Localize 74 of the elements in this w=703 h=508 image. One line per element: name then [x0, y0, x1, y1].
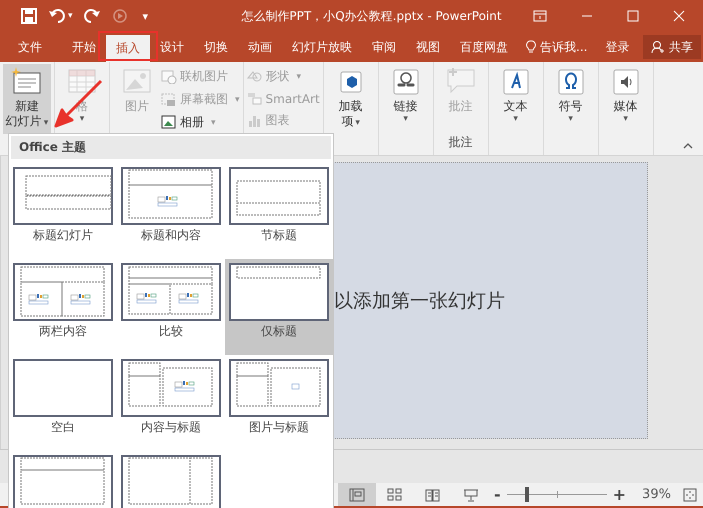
layout-label: 比较	[159, 323, 183, 340]
photo-album-icon	[161, 115, 177, 130]
screenshot-icon	[161, 92, 177, 107]
layout-label: 内容与标题	[141, 419, 201, 436]
ribbon-tab[interactable]: 幻灯片放映	[282, 32, 362, 62]
new-slide-icon	[11, 66, 43, 96]
ribbon-display-icon[interactable]	[533, 10, 547, 22]
person-add-icon[interactable]	[651, 40, 665, 54]
layout-option[interactable]: 图片与标题	[225, 355, 333, 451]
lightbulb-icon[interactable]	[526, 40, 536, 54]
ribbon-tab[interactable]: 文件	[0, 32, 62, 62]
smartart-icon	[246, 91, 263, 106]
layout-label: 图片与标题	[249, 419, 309, 436]
normal-view-icon	[349, 488, 365, 502]
save-icon[interactable]	[20, 7, 38, 25]
layout-option[interactable]: 空白	[9, 355, 117, 451]
layout-label: 标题幻灯片	[33, 227, 93, 244]
zoom-in-button[interactable]: +	[608, 485, 630, 504]
ribbon-button[interactable]: 符号 ▾	[546, 64, 595, 134]
slide-sorter-icon	[387, 488, 403, 502]
ribbon-button[interactable]: 媒体 ▾	[602, 64, 650, 134]
ribbon-tab[interactable]: 动画	[238, 32, 282, 62]
share-button[interactable]: 共享	[643, 35, 701, 59]
zoom-out-button[interactable]: -	[490, 485, 505, 504]
tell-me-field[interactable]: 告诉我...	[540, 38, 588, 56]
ribbon-button[interactable]: 新建 幻灯片 ▾	[3, 64, 51, 134]
layout-option[interactable]: 节标题	[225, 163, 333, 259]
highlight-frame	[98, 31, 158, 61]
layout-label: 节标题	[261, 227, 297, 244]
slider-thumb[interactable]	[524, 487, 529, 502]
ribbon-tab[interactable]: 设计	[150, 32, 194, 62]
fit-slide-icon[interactable]	[682, 488, 697, 502]
group-label: 批注	[448, 134, 474, 151]
layout-label: 仅标题	[261, 323, 297, 340]
reading-view-icon	[425, 488, 441, 502]
chart-icon	[246, 113, 263, 128]
ribbon-button[interactable]: 文本 ▾	[492, 64, 540, 134]
ribbon-button[interactable]: 链接 ▾	[382, 64, 430, 134]
layout-label: 空白	[51, 419, 75, 436]
layout-option[interactable]: 比较	[117, 259, 225, 355]
slideshow-icon	[463, 488, 479, 502]
collapse-ribbon-icon[interactable]	[683, 142, 693, 149]
caret-icon[interactable]: ▾	[68, 11, 73, 21]
zoom-slider[interactable]	[506, 487, 607, 502]
slide-canvas[interactable]: 以添加第一张幻灯片	[331, 162, 648, 439]
layout-option[interactable]: 标题幻灯片	[9, 163, 117, 259]
ribbon-tab[interactable]: 开始	[62, 32, 106, 62]
ribbon-button[interactable]: 相册 ▾	[161, 114, 240, 131]
ribbon-tab[interactable]: 插入	[106, 35, 150, 62]
ribbon-tab[interactable]: 百度网盘	[450, 32, 518, 62]
layout-option[interactable]: 两栏内容	[9, 259, 117, 355]
layout-label: 两栏内容	[39, 323, 87, 340]
view-button[interactable]	[338, 483, 376, 506]
ribbon-tab[interactable]: 切换	[194, 32, 238, 62]
zoom-level[interactable]: 39%	[630, 487, 683, 502]
comment-icon	[444, 66, 477, 96]
layout-option[interactable]: 内容与标题	[117, 355, 225, 451]
redo-icon[interactable]	[82, 7, 101, 25]
customize-menu-button[interactable]: ▾	[142, 10, 148, 22]
close-icon[interactable]	[673, 10, 685, 22]
ribbon-tab[interactable]: 审阅	[362, 32, 406, 62]
slide-placeholder-text: 以添加第一张幻灯片	[333, 288, 505, 314]
window-title: 怎么制作PPT，小Q办公教程.pptx - PowerPoint	[240, 8, 503, 24]
layout-option[interactable]: 仅标题	[225, 259, 333, 355]
gallery-header: Office 主题	[11, 136, 331, 159]
layout-label: 标题和内容	[141, 227, 201, 244]
shapes-icon	[246, 69, 263, 84]
maximize-icon[interactable]	[627, 10, 639, 22]
sign-in-link[interactable]: 登录	[595, 32, 640, 62]
layout-option[interactable]: 标题和内容	[117, 163, 225, 259]
ribbon-tab[interactable]: 视图	[406, 32, 450, 62]
undo-icon[interactable]	[48, 7, 66, 25]
pointer-arrow	[54, 78, 104, 128]
ribbon-button[interactable]: 加载 项 ▾	[326, 64, 375, 134]
